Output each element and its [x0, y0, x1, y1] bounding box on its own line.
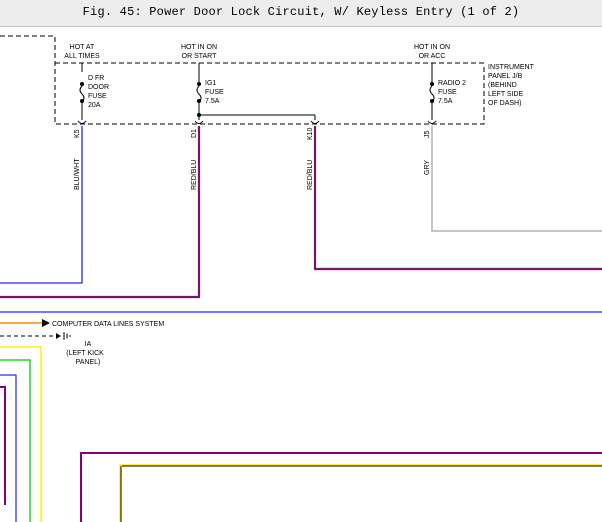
wire-blu-wht [0, 126, 83, 284]
source-label-all-times-2: ALL TIMES [64, 53, 100, 60]
junction-block-label-4: LEFT SIDE [488, 91, 524, 98]
fuse-dfr-label-4: 20A [88, 102, 101, 109]
ground-label-2: (LEFT KICK [66, 350, 104, 357]
wiring-diagram: HOT AT ALL TIMES HOT IN ON OR START HOT … [0, 35, 602, 522]
source-label-all-times-1: HOT AT [70, 44, 95, 51]
fuse-radio2-label-3: 7.5A [438, 98, 453, 105]
wire-red-blu-d1 [0, 126, 201, 299]
ground-arrow [56, 333, 61, 339]
junction-block-label-3: (BEHIND [488, 82, 517, 89]
fuse-radio2 [427, 63, 437, 124]
connector-d1: D1 [191, 129, 198, 138]
connector-j5: J5 [424, 131, 431, 139]
wire-red-blu-k10 [313, 126, 602, 271]
data-line-label: COMPUTER DATA LINES SYSTEM [52, 321, 164, 328]
wire-label-red-blu-1: RED/BLU [191, 160, 198, 190]
junction-block-label-1: INSTRUMENT [488, 64, 535, 71]
fuse-dfr-door [77, 63, 87, 124]
source-label-on-acc-2: OR ACC [419, 53, 446, 60]
fuse-ig1-label-2: FUSE [205, 89, 224, 96]
fuse-dfr-label-1: D FR [88, 75, 104, 82]
fuse-radio2-label-2: FUSE [438, 89, 457, 96]
junction-block-label-5: OF DASH) [488, 100, 521, 107]
fuse-dfr-label-3: FUSE [88, 93, 107, 100]
wire-blue-inner [0, 374, 17, 522]
ground-label-3: PANEL) [76, 359, 101, 366]
ground-label-1: IA [85, 341, 92, 348]
fuse-dfr-label-2: DOOR [88, 84, 109, 91]
wire-purple-inner [0, 386, 6, 505]
source-label-on-acc-1: HOT IN ON [414, 44, 450, 51]
fuse-radio2-label-1: RADIO 2 [438, 80, 466, 87]
wire-yellow-lower [119, 464, 602, 522]
fuse-ig1-label-1: IG1 [205, 80, 216, 87]
wire-label-red-blu-2: RED/BLU [307, 160, 314, 190]
source-label-on-start-1: HOT IN ON [181, 44, 217, 51]
wire-yellow-outer [0, 346, 42, 522]
ground-icon [63, 332, 71, 340]
wire-label-blu-wht: BLU/WHT [74, 158, 81, 190]
junction-block-label-2: PANEL J/B [488, 73, 523, 80]
figure-title: Fig. 45: Power Door Lock Circuit, W/ Key… [82, 5, 520, 19]
connector-k10: K10 [307, 127, 314, 140]
source-label-on-start-2: OR START [182, 53, 217, 60]
connector-k5: K5 [74, 129, 81, 138]
wire-gry [431, 126, 602, 232]
fuse-ig1-label-3: 7.5A [205, 98, 220, 105]
data-line-arrow [42, 319, 50, 327]
wire-purple-lower [80, 452, 602, 522]
wire-label-gry: GRY [424, 160, 431, 175]
